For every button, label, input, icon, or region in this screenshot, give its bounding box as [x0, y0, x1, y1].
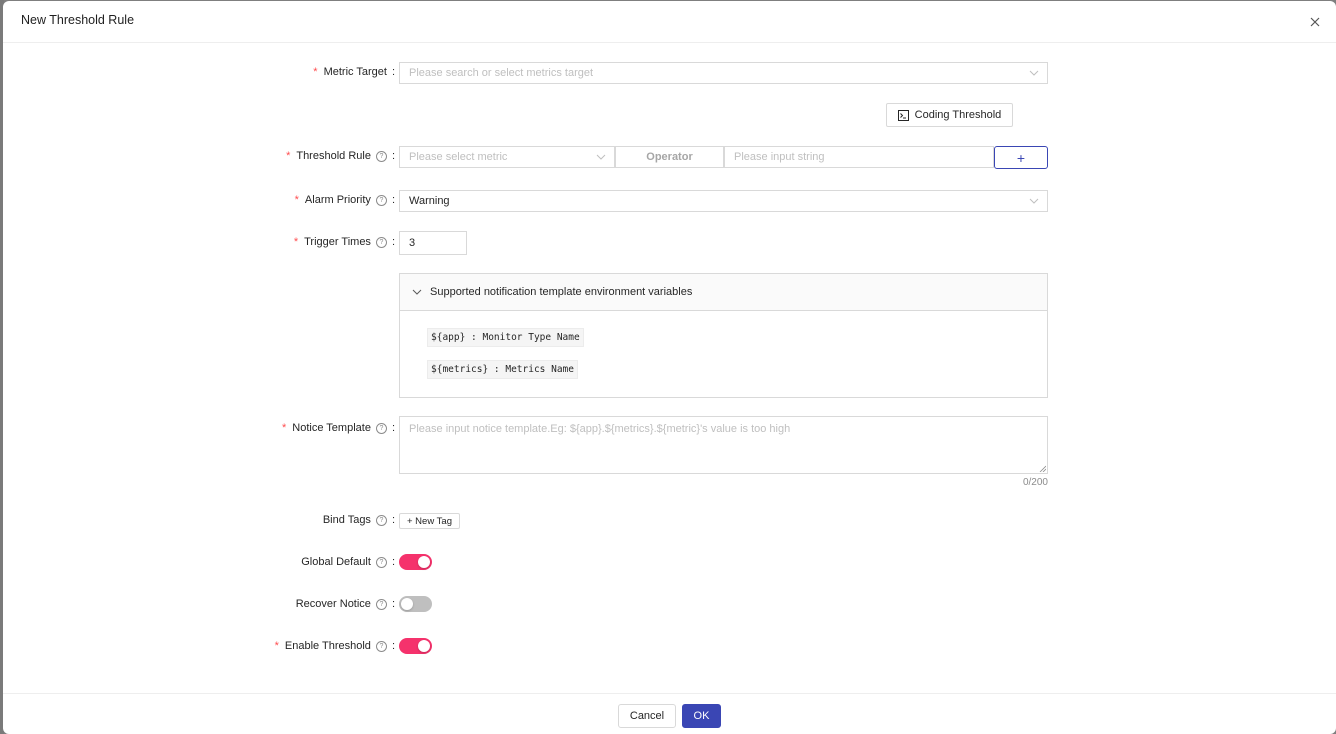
help-icon[interactable]: ? — [375, 422, 387, 434]
operator-select[interactable]: Operator — [615, 146, 724, 168]
notice-template-textarea[interactable]: Please input notice template.Eg: ${app}.… — [399, 416, 1048, 474]
chevron-down-icon — [1029, 198, 1039, 204]
ok-button[interactable]: OK — [682, 704, 721, 728]
add-rule-button[interactable]: + — [994, 146, 1048, 169]
toggle-knob — [418, 556, 430, 568]
help-icon[interactable]: ? — [375, 640, 387, 652]
help-icon[interactable]: ? — [375, 150, 387, 162]
help-icon[interactable]: ? — [375, 194, 387, 206]
coding-threshold-button[interactable]: Coding Threshold — [886, 103, 1013, 127]
env-variables-header[interactable]: Supported notification template environm… — [400, 274, 1047, 311]
required-mark: * — [313, 66, 318, 78]
metric-target-select[interactable]: Please search or select metrics target — [399, 62, 1048, 84]
alarm-priority-label: * Alarm Priority ?: — [294, 194, 395, 206]
resize-handle-icon[interactable] — [1039, 465, 1046, 472]
recover-notice-toggle[interactable] — [399, 596, 432, 612]
toggle-knob — [401, 598, 413, 610]
new-tag-button[interactable]: + New Tag — [399, 513, 460, 529]
env-variable-item: ${metrics} : Metrics Name — [427, 360, 578, 379]
help-icon[interactable]: ? — [375, 514, 387, 526]
close-icon — [1310, 17, 1320, 27]
env-variable-item: ${app} : Monitor Type Name — [427, 328, 584, 347]
new-threshold-rule-dialog: New Threshold Rule * Metric Target: Plea… — [3, 1, 1336, 734]
global-default-toggle[interactable] — [399, 554, 432, 570]
close-button[interactable] — [1306, 13, 1324, 31]
help-icon[interactable]: ? — [375, 598, 387, 610]
alarm-priority-select[interactable]: Warning — [399, 190, 1048, 212]
enable-threshold-label: * Enable Threshold ?: — [274, 640, 395, 652]
help-icon[interactable]: ? — [375, 556, 387, 568]
modal-header: New Threshold Rule — [3, 1, 1336, 43]
terminal-icon — [897, 109, 909, 121]
threshold-value-input[interactable]: Please input string — [724, 146, 994, 168]
trigger-times-input[interactable]: 3 — [399, 231, 467, 255]
character-counter: 0/200 — [1022, 477, 1048, 488]
cancel-button[interactable]: Cancel — [618, 704, 676, 728]
chevron-down-icon — [412, 289, 422, 295]
toggle-knob — [418, 640, 430, 652]
bind-tags-label: Bind Tags ?: — [322, 514, 395, 526]
help-icon[interactable]: ? — [375, 236, 387, 248]
chevron-down-icon — [1029, 70, 1039, 76]
chevron-down-icon — [596, 154, 606, 160]
threshold-metric-select[interactable]: Please select metric — [399, 146, 615, 168]
modal-title: New Threshold Rule — [21, 13, 135, 27]
recover-notice-label: Recover Notice ?: — [295, 598, 395, 610]
trigger-times-label: * Trigger Times ?: — [293, 236, 395, 248]
threshold-rule-label: * Threshold Rule ?: — [286, 150, 395, 162]
notice-template-label: * Notice Template ?: — [281, 422, 395, 434]
env-variables-panel: Supported notification template environm… — [399, 273, 1048, 398]
enable-threshold-toggle[interactable] — [399, 638, 432, 654]
metric-target-label: * Metric Target: — [313, 66, 395, 78]
modal-footer: Cancel OK — [3, 693, 1336, 734]
global-default-label: Global Default ?: — [301, 556, 395, 568]
